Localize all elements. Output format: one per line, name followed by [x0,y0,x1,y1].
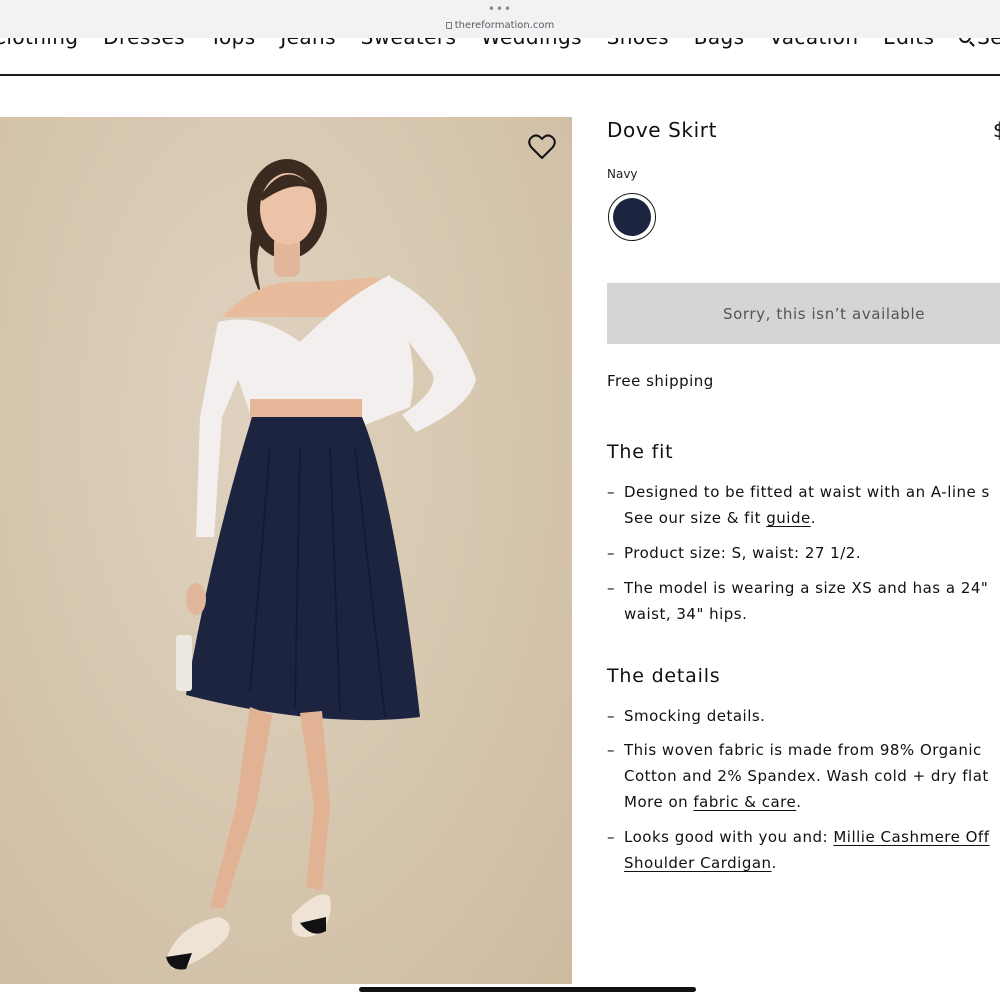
details-bullet-3-period: . [771,854,777,872]
fit-bullet-1-line-1: Designed to be fitted at waist with an A… [624,483,990,501]
nav-item-weddings[interactable]: Weddings [481,38,582,49]
details-bullet-1-text: Smocking details. [624,707,766,725]
fit-bullet-3-line-1: The model is wearing a size XS and has a… [624,579,989,597]
url-text: thereformation.com [454,20,555,31]
nav-item-jeans[interactable]: Jeans [280,38,336,49]
fit-bullet-2: – Product size: S, waist: 27 1/2. [607,540,1000,566]
details-bullet-3-text: Looks good with you and: [624,828,834,846]
swatch-fill [613,198,651,236]
bullet-dash: – [607,707,615,725]
nav-item-tops[interactable]: Tops [210,38,256,49]
unavailable-button[interactable]: Sorry, this isn’t available [607,283,1000,344]
details-bullet-1: – Smocking details. [607,703,1000,729]
product-title: Dove Skirt [607,118,718,142]
browser-menu-dots[interactable]: ••• [0,3,1000,15]
bullet-dash: – [607,579,615,597]
fit-bullet-3-line-2: waist, 34" hips. [624,605,748,623]
fit-bullet-1-line-2: See our size & fit guide. [607,505,1000,531]
home-indicator[interactable] [359,987,696,992]
cardigan-link[interactable]: Millie Cashmere Off [833,828,989,846]
nav-item-sweaters[interactable]: Sweaters [361,38,457,49]
details-bullet-2-line-2: Cotton and 2% Spandex. Wash cold + dry f… [624,767,989,785]
fit-bullet-1: – Designed to be fitted at waist with an… [607,479,1000,531]
nav-search[interactable]: Search [959,38,1000,49]
search-icon [959,38,972,43]
nav-item-bags[interactable]: Bags [694,38,745,49]
bullet-dash: – [607,544,615,562]
nav-item-edits[interactable]: Edits [883,38,934,49]
color-label: Navy [607,167,638,181]
fit-bullet-2-text: Product size: S, waist: 27 1/2. [624,544,862,562]
nav-item-vacation[interactable]: Vacation [769,38,858,49]
fabric-care-link[interactable]: fabric & care [693,793,796,811]
nav-item-dresses[interactable]: Dresses [103,38,185,49]
nav-search-label: Search [977,38,1000,49]
bullet-dash: – [607,741,615,759]
model-illustration [166,159,476,970]
details-bullet-3-line-1: Looks good with you and: Millie Cashmere… [607,824,1000,850]
bullet-dash: – [607,828,615,846]
bullet-dash: – [607,483,615,501]
details-bullet-2-text: More on [624,793,694,811]
fit-heading: The fit [607,441,674,463]
free-shipping-text: Free shipping [607,372,714,390]
cardigan-link-continued[interactable]: Shoulder Cardigan [624,854,772,872]
details-bullet-2-period: . [796,793,802,811]
details-bullet-2-line-3: More on fabric & care. [607,789,1000,815]
details-bullet-2-line-1: This woven fabric is made from 98% Organ… [624,741,982,759]
fit-bullet-1-text: See our size & fit [624,509,767,527]
product-image[interactable] [0,117,572,984]
fit-bullet-3: – The model is wearing a size XS and has… [607,575,1000,627]
size-guide-link[interactable]: guide [766,509,810,527]
fit-bullet-1-period: . [810,509,817,527]
browser-toolbar: ••• thereformation.com [0,0,1000,38]
nav-item-clothing[interactable]: Clothing [0,38,78,49]
product-price: $ [993,118,1000,142]
lock-icon [445,22,452,29]
details-bullet-3-line-2: Shoulder Cardigan. [607,850,1000,876]
details-heading: The details [607,665,721,687]
nav-track: Clothing Dresses Tops Jeans Sweaters Wed… [0,38,1000,49]
nav-item-shoes[interactable]: Shoes [607,38,669,49]
heart-icon[interactable] [528,134,556,160]
color-swatch-navy[interactable] [608,193,656,241]
details-bullet-3: – Looks good with you and: Millie Cashme… [607,824,1000,876]
address-bar[interactable]: thereformation.com [0,20,1000,31]
site-navigation: Clothing Dresses Tops Jeans Sweaters Wed… [0,38,1000,76]
details-bullet-2: – This woven fabric is made from 98% Org… [607,737,1000,815]
